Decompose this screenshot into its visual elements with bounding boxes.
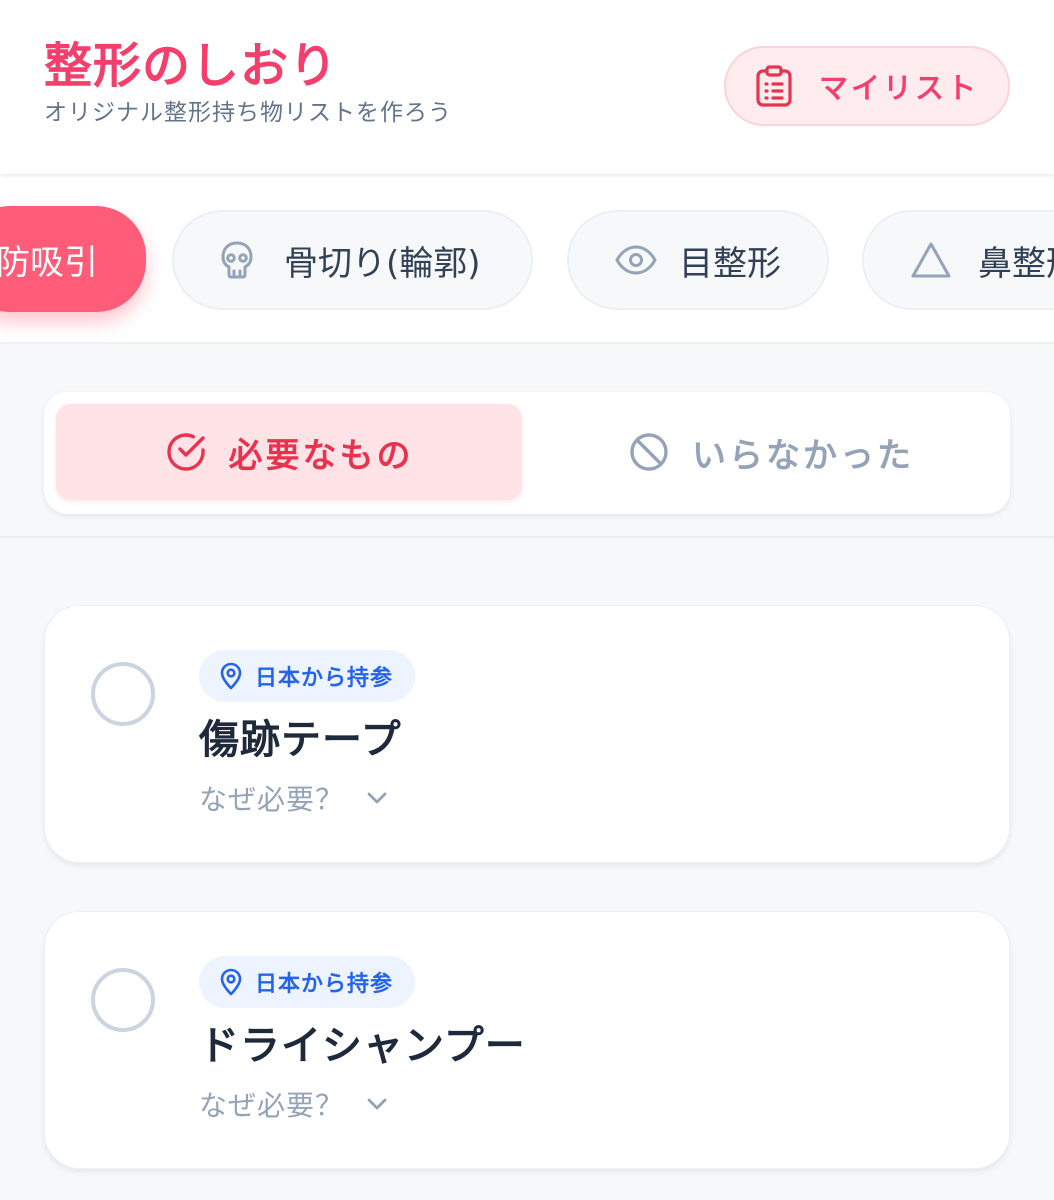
mylist-button[interactable]: マイリスト xyxy=(724,46,1010,126)
app-title: 整形のしおり xyxy=(44,38,339,94)
category-tab-label: 目整形 xyxy=(679,243,781,284)
why-needed-label: なぜ必要？ xyxy=(199,783,345,816)
category-tab-nose-surgery[interactable]: 鼻整形 xyxy=(862,210,1054,310)
why-needed-toggle[interactable]: なぜ必要？ xyxy=(199,1084,388,1124)
category-tab-active[interactable]: 防吸引 xyxy=(0,206,146,312)
unneeded-tab-label: いらなかった xyxy=(692,435,914,476)
needed-tab-label: 必要なもの xyxy=(228,435,414,476)
triangle-icon xyxy=(911,242,951,278)
why-needed-toggle[interactable]: なぜ必要？ xyxy=(199,778,388,818)
app-header: 整形のしおり オリジナル整形持ち物リストを作ろう マイリスト xyxy=(0,0,1054,174)
origin-tag: 日本から持参 xyxy=(199,956,416,1008)
item-checkbox[interactable] xyxy=(91,662,155,726)
item-card: 日本から持参 傷跡テープ なぜ必要？ xyxy=(44,605,1010,863)
origin-tag: 日本から持参 xyxy=(199,650,416,702)
category-tab-bone-surgery[interactable]: 骨切り(輪郭) xyxy=(172,210,533,310)
origin-tag-label: 日本から持参 xyxy=(255,972,394,997)
toggle-section: 必要なもの いらなかった xyxy=(0,344,1054,538)
skull-icon xyxy=(221,241,253,279)
item-checkbox[interactable] xyxy=(91,968,155,1032)
item-name: 傷跡テープ xyxy=(199,717,402,763)
why-needed-label: なぜ必要？ xyxy=(199,1089,345,1122)
unneeded-tab[interactable]: いらなかった xyxy=(544,404,998,500)
ban-icon xyxy=(630,433,668,471)
eye-icon xyxy=(615,245,657,275)
item-card: 日本から持参 ドライシャンプー なぜ必要？ xyxy=(44,911,1010,1169)
chevron-down-icon xyxy=(367,1098,387,1110)
category-tab-label: 鼻整形 xyxy=(978,243,1054,284)
category-tab-label: 防吸引 xyxy=(0,242,98,283)
chevron-down-icon xyxy=(367,792,387,804)
app-subtitle: オリジナル整形持ち物リストを作ろう xyxy=(44,100,452,126)
needed-tab[interactable]: 必要なもの xyxy=(56,404,522,500)
category-tab-eye-surgery[interactable]: 目整形 xyxy=(567,210,829,310)
category-tabs: 防吸引 骨切り(輪郭) 目整形 鼻整形 xyxy=(0,174,1054,344)
map-pin-icon xyxy=(220,662,242,690)
check-circle-icon xyxy=(166,433,205,471)
map-pin-icon xyxy=(220,968,242,996)
mylist-label: マイリスト xyxy=(818,71,979,105)
needed-segmented-control: 必要なもの いらなかった xyxy=(44,392,1010,514)
item-name: ドライシャンプー xyxy=(199,1023,526,1069)
origin-tag-label: 日本から持参 xyxy=(255,666,394,691)
clipboard-list-icon xyxy=(756,65,792,107)
category-tab-label: 骨切り(輪郭) xyxy=(284,243,481,284)
